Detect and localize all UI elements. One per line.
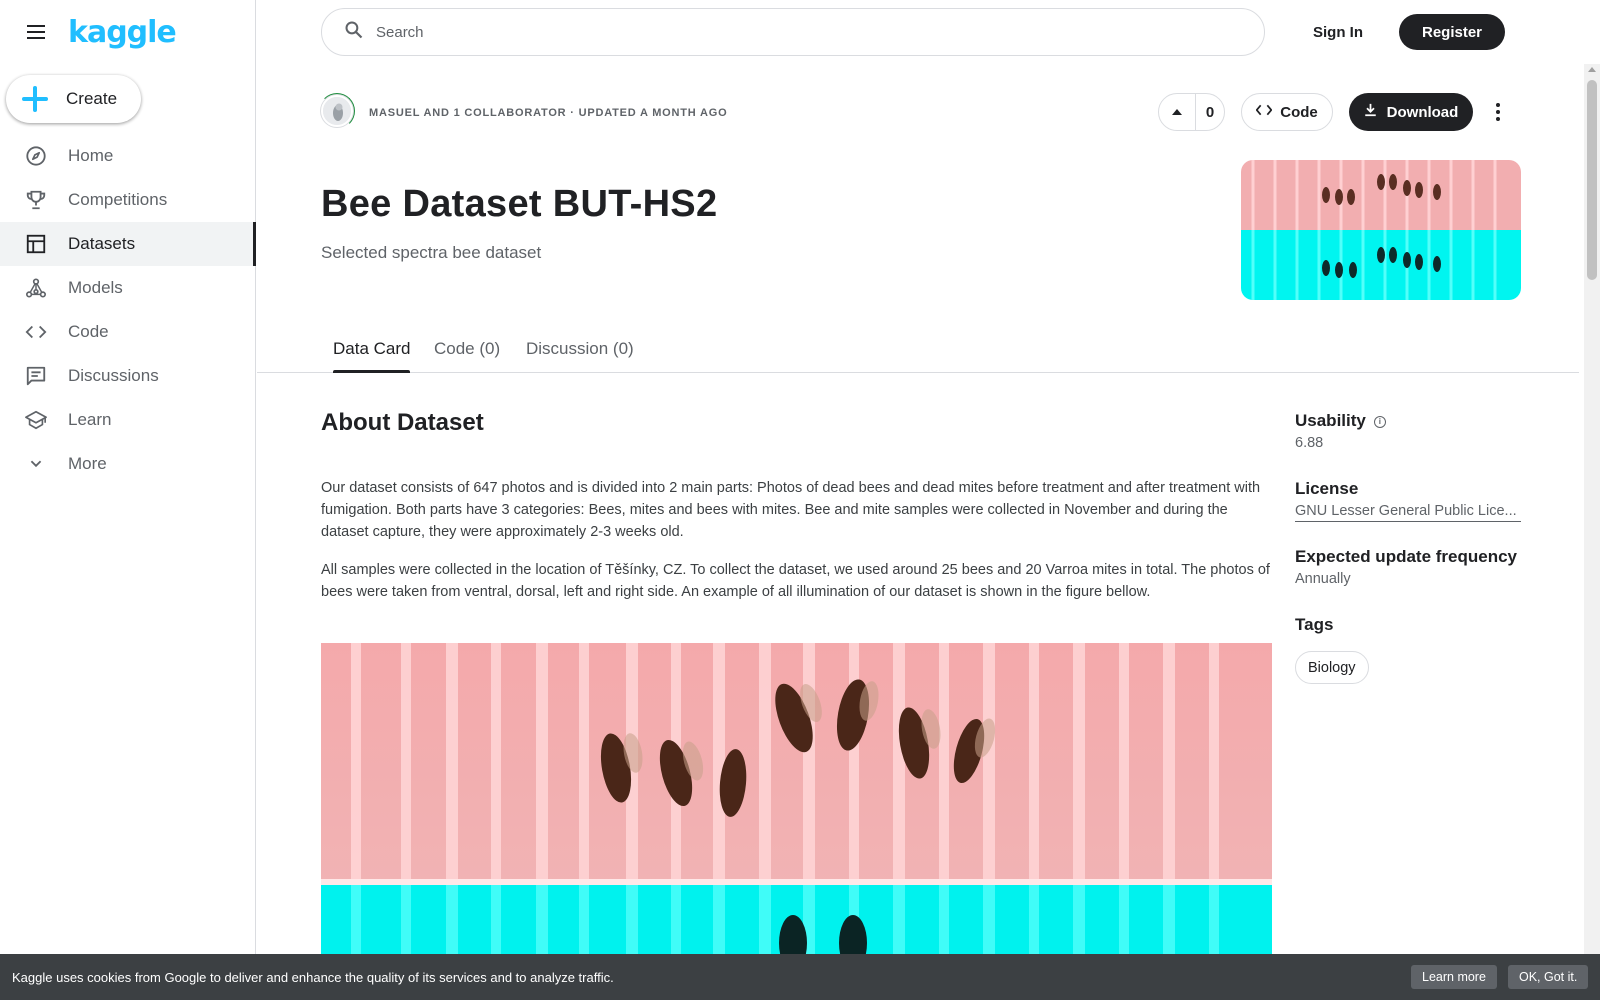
plus-icon (22, 86, 48, 112)
code-icon (24, 320, 48, 344)
kaggle-logo[interactable]: kaggle (68, 15, 177, 50)
sidebar-item-label: Code (68, 322, 109, 341)
tags-label: Tags (1295, 615, 1334, 634)
avatar[interactable] (321, 95, 353, 127)
caret-up-icon (1171, 103, 1183, 121)
sidebar-item-more[interactable]: More (0, 442, 256, 486)
compass-icon (24, 144, 48, 168)
info-icon[interactable]: i (1373, 415, 1386, 428)
search-bar[interactable] (321, 8, 1265, 56)
sidebar-item-models[interactable]: Models (0, 266, 256, 310)
sidebar-item-learn[interactable]: Learn (0, 398, 256, 442)
discussions-icon (24, 364, 48, 388)
license-link[interactable]: GNU Lesser General Public Lice... (1295, 503, 1521, 522)
ok-got-it-button[interactable]: OK, Got it. (1508, 965, 1589, 989)
code-icon (1255, 103, 1273, 121)
download-button[interactable]: Download (1349, 93, 1473, 131)
description-paragraph: All samples were collected in the locati… (321, 562, 1270, 600)
download-button-label: Download (1386, 103, 1459, 121)
create-button[interactable]: Create (6, 75, 141, 123)
sidebar-item-datasets[interactable]: Datasets (0, 222, 256, 266)
more-options-icon[interactable] (1490, 100, 1506, 124)
scrollbar-thumb[interactable] (1587, 80, 1597, 280)
cookie-text: Kaggle uses cookies from Google to deliv… (12, 969, 614, 985)
upvote-widget: 0 (1158, 93, 1225, 131)
page-title: Bee Dataset BUT-HS2 (321, 183, 718, 225)
download-icon (1364, 103, 1377, 121)
code-button-label: Code (1280, 103, 1318, 121)
dataset-thumbnail (1241, 160, 1521, 300)
cookie-banner: Kaggle uses cookies from Google to deliv… (0, 954, 1600, 1000)
code-button[interactable]: Code (1241, 93, 1333, 131)
sidebar-item-competitions[interactable]: Competitions (0, 178, 256, 222)
search-icon (344, 20, 364, 45)
update-frequency-value: Annually (1295, 571, 1351, 587)
sidebar: kaggle Create Home Competitions Datasets (0, 0, 256, 1000)
usability-value: 6.88 (1295, 435, 1324, 451)
tag-chip[interactable]: Biology (1295, 651, 1369, 684)
dataset-example-image (321, 643, 1272, 973)
usability-label-text: Usability (1295, 411, 1366, 430)
vote-count: 0 (1205, 103, 1215, 121)
sidebar-item-code[interactable]: Code (0, 310, 256, 354)
update-frequency-label: Expected update frequency (1295, 547, 1518, 566)
create-label: Create (66, 89, 118, 108)
sidebar-item-discussions[interactable]: Discussions (0, 354, 256, 398)
register-button[interactable]: Register (1399, 14, 1505, 50)
sidebar-item-label: Home (68, 146, 114, 165)
tab-code[interactable]: Code (0) (434, 325, 500, 373)
sidebar-header: kaggle (0, 0, 255, 64)
scroll-up-icon[interactable] (1588, 67, 1596, 72)
tab-data-card[interactable]: Data Card (333, 325, 411, 373)
upvote-button[interactable] (1159, 94, 1196, 130)
usability-label: Usability i (1295, 411, 1386, 431)
school-icon (24, 408, 48, 432)
menu-icon[interactable] (24, 20, 48, 44)
dataset-meta: MASUEL AND 1 COLLABORATOR · UPDATED A MO… (369, 107, 728, 119)
sidebar-item-label: Learn (68, 410, 112, 429)
trophy-icon (24, 188, 48, 212)
sidebar-item-label: More (68, 454, 107, 473)
description-paragraph: Our dataset consists of 647 photos and i… (321, 480, 1261, 540)
sidebar-item-label: Discussions (68, 366, 159, 385)
page-subtitle: Selected spectra bee dataset (321, 243, 542, 262)
search-input[interactable] (376, 23, 1176, 41)
sign-in-button[interactable]: Sign In (1295, 14, 1381, 50)
tab-bar: Data Card Code (0) Discussion (0) (257, 325, 1579, 373)
sidebar-nav: Home Competitions Datasets Models Code D… (0, 134, 256, 486)
sidebar-item-label: Competitions (68, 190, 168, 209)
sidebar-item-home[interactable]: Home (0, 134, 256, 178)
table-icon (24, 232, 48, 256)
chevron-down-icon (24, 452, 48, 476)
tab-discussion[interactable]: Discussion (0) (526, 325, 634, 373)
license-label: License (1295, 479, 1359, 498)
scrollbar[interactable] (1584, 64, 1600, 954)
sidebar-item-label: Datasets (68, 234, 136, 253)
sidebar-item-label: Models (68, 278, 123, 297)
models-icon (24, 276, 48, 300)
learn-more-button[interactable]: Learn more (1411, 965, 1497, 989)
section-heading: About Dataset (321, 409, 484, 436)
